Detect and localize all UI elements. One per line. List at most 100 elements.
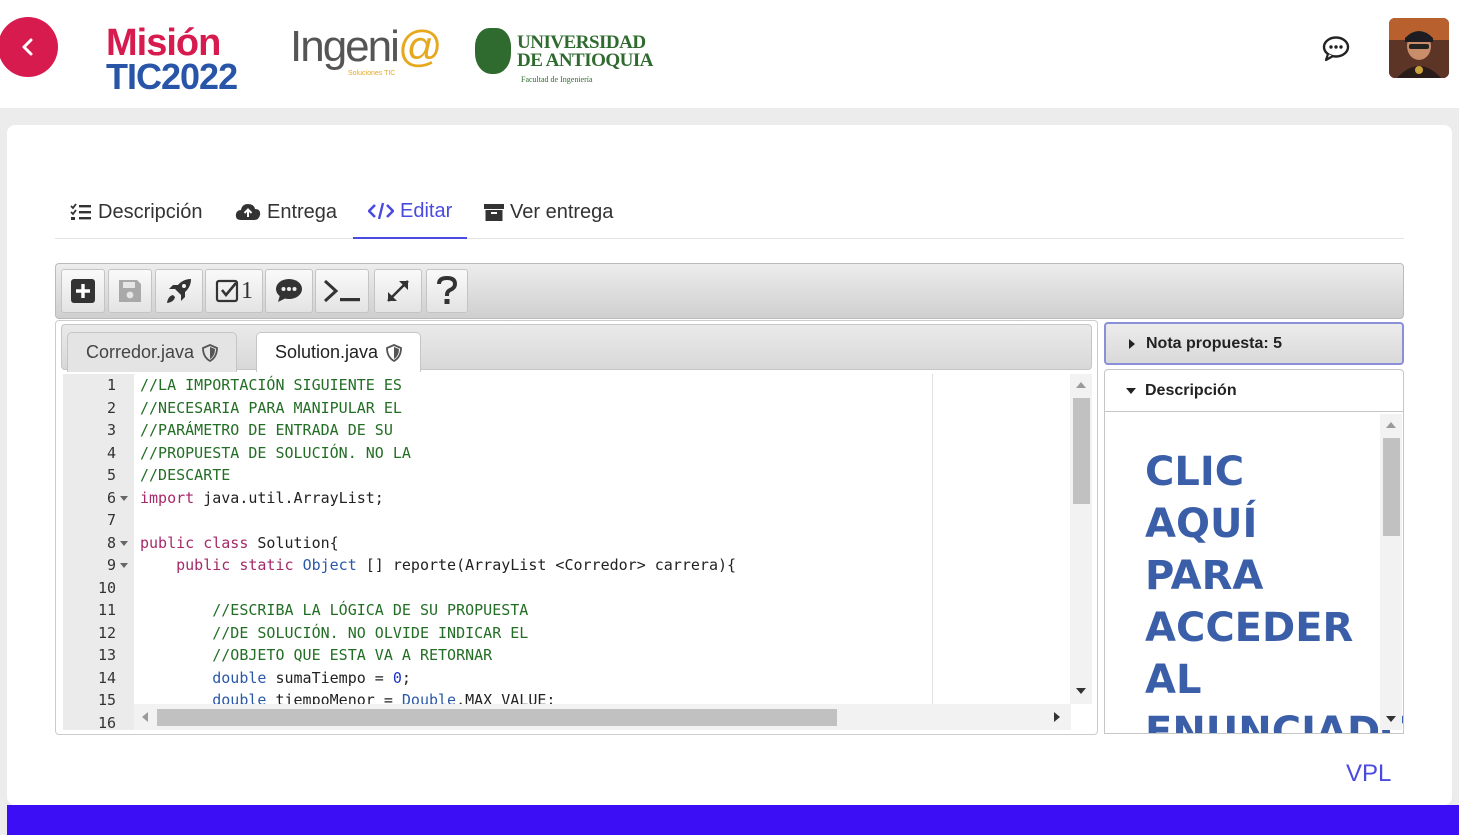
caret-down-icon — [1126, 387, 1136, 394]
code-line[interactable]: public class Solution{ — [134, 532, 1071, 555]
descripcion-scroll-thumb[interactable] — [1383, 438, 1400, 536]
line-number: 14 — [97, 668, 116, 687]
code-line[interactable]: public static Object [] reporte(ArrayLis… — [134, 554, 1071, 577]
rocket-icon — [167, 279, 191, 303]
fullscreen-icon — [387, 280, 409, 302]
file-tabs: Corredor.java Solution.java — [61, 324, 1092, 372]
tab-editar-label: Editar — [400, 199, 453, 222]
scroll-up-icon — [1386, 422, 1396, 428]
tab-editar[interactable]: Editar — [353, 185, 468, 239]
enunciado-link[interactable]: CLIC AQUÍ PARA ACCEDER AL ENUNCIADO — [1145, 446, 1403, 733]
nota-propuesta-panel[interactable]: Nota propuesta: 5 — [1104, 322, 1404, 365]
code-line[interactable]: //DESCARTE — [134, 464, 1071, 487]
comments-icon — [276, 279, 302, 302]
scroll-up-icon — [1076, 382, 1086, 388]
udea-seal-icon — [475, 28, 511, 74]
ingenia-logo-subtitle: Soluciones TIC — [348, 70, 396, 77]
ingenia-logo: Ingeni@ Soluciones TIC — [290, 22, 443, 82]
horizontal-scroll-thumb[interactable] — [157, 709, 837, 726]
line-number: 11 — [97, 601, 116, 619]
line-number: 1 — [106, 376, 116, 394]
code-line[interactable]: //OBJETO QUE ESTA VA A RETORNAR — [134, 644, 1071, 667]
line-number: 5 — [106, 466, 116, 484]
mision-tic-logo-tic: TIC — [106, 56, 162, 97]
new-file-button[interactable] — [61, 269, 105, 313]
code-line[interactable]: //PARÁMETRO DE ENTRADA DE SU — [134, 419, 1071, 442]
ingenia-logo-at: @ — [397, 22, 443, 71]
mision-tic-logo-year: 2022 — [161, 56, 238, 97]
user-avatar[interactable] — [1389, 18, 1449, 78]
line-number[interactable]: 6 — [63, 487, 134, 510]
line-number-gutter: 1 2 3 4 5 6 7 8 9 10 11 12 13 14 15 16 — [63, 374, 134, 730]
line-number: 10 — [97, 578, 116, 597]
code-horizontal-scrollbar[interactable] — [134, 704, 1071, 730]
vertical-scroll-thumb[interactable] — [1073, 398, 1090, 504]
mision-tic-logo: Misión TIC2022 — [100, 8, 250, 98]
descripcion-panel-header[interactable]: Descripción — [1104, 369, 1404, 412]
descripcion-scrollbar[interactable] — [1380, 414, 1402, 730]
shield-icon — [202, 343, 218, 362]
line-number: 15 — [97, 691, 116, 709]
tab-ver-entrega-label: Ver entrega — [510, 200, 614, 223]
messages-button[interactable] — [1320, 34, 1352, 64]
mision-tic-logo-line2: TIC2022 — [106, 56, 238, 98]
save-icon — [119, 280, 141, 302]
file-tab-corredor[interactable]: Corredor.java — [67, 332, 238, 372]
ingenia-logo-text: Ingeni — [290, 22, 400, 71]
descripcion-panel-body: CLIC AQUÍ PARA ACCEDER AL ENUNCIADO — [1104, 412, 1404, 734]
line-number[interactable]: 9 — [63, 554, 134, 577]
top-header: Misión TIC2022 Ingeni@ Soluciones TIC UN… — [0, 0, 1459, 108]
chat-bubble-icon — [1322, 36, 1350, 62]
editor-toolbar: 1 — [55, 263, 1404, 319]
user-photo-icon — [1389, 18, 1449, 78]
scroll-down-icon — [1386, 716, 1396, 722]
code-vertical-scrollbar[interactable] — [1070, 374, 1092, 704]
code-editor-panel: Corredor.java Solution.java 1 2 3 4 5 6 … — [55, 320, 1098, 735]
code-line[interactable] — [134, 509, 1071, 532]
vpl-link[interactable]: VPL — [1346, 760, 1391, 788]
back-button[interactable] — [0, 17, 58, 77]
file-tab-solution-label: Solution.java — [275, 342, 379, 362]
code-line[interactable] — [134, 577, 1071, 600]
line-number: 2 — [106, 398, 116, 417]
comments-button[interactable] — [265, 269, 313, 313]
code-line[interactable]: //LA IMPORTACIÓN SIGUIENTE ES — [134, 374, 1071, 397]
scroll-left-icon — [142, 712, 148, 722]
help-button[interactable] — [426, 269, 468, 313]
udea-logo: UNIVERSIDAD DE ANTIOQUIA Facultad de Ing… — [475, 28, 665, 88]
help-icon — [437, 276, 458, 304]
code-line[interactable]: //ESCRIBA LA LÓGICA DE SU PROPUESTA — [134, 599, 1071, 622]
tab-ver-entrega[interactable]: Ver entrega — [469, 185, 628, 239]
code-text-area[interactable]: //LA IMPORTACIÓN SIGUIENTE ES//NECESARIA… — [134, 374, 1071, 704]
tab-descripcion[interactable]: Descripción — [55, 185, 217, 239]
caret-right-icon — [1129, 338, 1135, 349]
code-line[interactable]: //NECESARIA PARA MANIPULAR EL — [134, 397, 1071, 420]
console-button[interactable] — [315, 269, 369, 313]
code-line[interactable]: import java.util.ArrayList; — [134, 487, 1071, 510]
code-line[interactable]: double sumaTiempo = 0; — [134, 667, 1071, 690]
line-number[interactable]: 8 — [63, 532, 134, 555]
scroll-down-icon — [1076, 688, 1086, 694]
fullscreen-button[interactable] — [374, 269, 422, 313]
footer-bar — [7, 805, 1459, 835]
nota-propuesta-label: Nota propuesta: 5 — [1146, 334, 1283, 352]
list-check-icon — [70, 203, 91, 220]
code-icon — [368, 202, 394, 220]
run-button[interactable] — [155, 269, 203, 313]
line-number: 3 — [106, 421, 116, 439]
udea-logo-line2: DE ANTIOQUIA — [517, 50, 654, 71]
print-margin-line — [932, 374, 933, 704]
code-line[interactable]: //PROPUESTA DE SOLUCIÓN. NO LA — [134, 442, 1071, 465]
line-number: 7 — [106, 511, 116, 529]
udea-logo-line3: Facultad de Ingeniería — [521, 75, 593, 84]
archive-icon — [484, 204, 504, 221]
file-tab-corredor-label: Corredor.java — [86, 342, 195, 362]
code-line[interactable]: //DE SOLUCIÓN. NO OLVIDE INDICAR EL — [134, 622, 1071, 645]
save-button[interactable] — [108, 269, 152, 313]
tab-entrega[interactable]: Entrega — [220, 185, 352, 239]
cloud-upload-icon — [235, 204, 261, 220]
code-line[interactable]: double tiempoMenor = Double.MAX_VALUE; — [134, 689, 1071, 704]
evaluate-button[interactable]: 1 — [205, 269, 263, 313]
tab-descripcion-label: Descripción — [98, 200, 203, 223]
file-tab-solution[interactable]: Solution.java — [256, 332, 422, 372]
